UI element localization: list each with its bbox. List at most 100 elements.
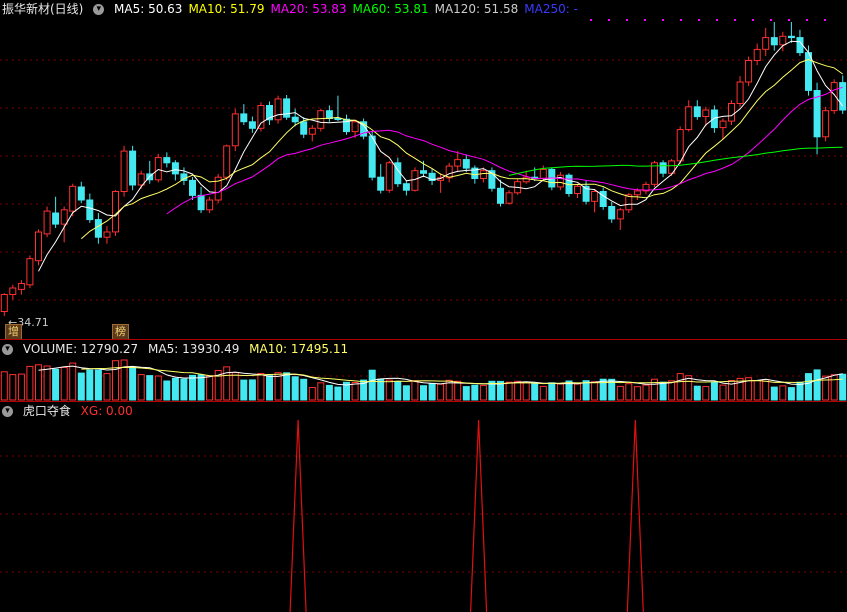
volume-bar [633, 386, 641, 401]
volume-bar [368, 369, 376, 401]
volume-bar [377, 378, 385, 401]
volume-bar [129, 367, 137, 401]
candle-body [300, 121, 308, 135]
chevron-down-icon[interactable]: ▾ [93, 4, 105, 15]
volume-bar [325, 384, 333, 401]
candle-body [231, 113, 239, 147]
badge-bang[interactable]: 榜 [112, 324, 129, 340]
candle-body [317, 110, 325, 129]
marker-dot [824, 19, 826, 21]
volume-bar [591, 381, 599, 401]
volume-bar [317, 382, 325, 401]
candle-body [762, 37, 770, 50]
volume-bar [753, 380, 761, 401]
marker-dot [788, 19, 790, 21]
volume-bar [479, 384, 487, 401]
candle-body [189, 179, 196, 196]
candle-body [685, 106, 693, 131]
indicator-name: 虎口夺食 [22, 404, 71, 418]
volume-bar [437, 383, 445, 401]
candle-body [411, 170, 419, 191]
candle-body [693, 106, 701, 118]
marker-dot [662, 19, 664, 21]
volume-bar [787, 387, 795, 401]
candle-body [17, 283, 25, 290]
volume-bar [52, 368, 60, 401]
volume-bar [471, 384, 479, 401]
xg-spike [470, 419, 488, 612]
candle-body [539, 168, 547, 179]
candle-body [805, 52, 812, 91]
volume-bar [531, 382, 539, 401]
indicator-xg: XG: 0.00 [80, 404, 133, 418]
candle-body [308, 127, 316, 135]
candle-body [325, 110, 333, 119]
marker-dot [644, 19, 646, 21]
volume-bar [112, 360, 119, 401]
price-chart[interactable] [0, 0, 847, 339]
candle-body [77, 186, 85, 201]
candle-body [719, 120, 727, 129]
volume-bar [642, 384, 650, 401]
volume-bar [539, 385, 547, 401]
indicator-pane[interactable]: ▾ 虎口夺食 XG: 0.00 [0, 402, 847, 612]
chevron-down-icon[interactable]: ▾ [2, 344, 13, 355]
candle-body [753, 48, 761, 62]
candle-body [0, 294, 8, 312]
volume-bar [385, 379, 393, 401]
candle-body [240, 113, 248, 123]
volume-bar [420, 385, 427, 401]
candle-body [334, 118, 342, 120]
chevron-down-icon[interactable]: ▾ [2, 406, 13, 417]
candle-body [86, 199, 94, 221]
candle-body [26, 258, 34, 286]
indicator-chart[interactable] [0, 402, 847, 612]
candle-body [223, 145, 231, 178]
volume-bar [351, 382, 359, 401]
candle-body [94, 219, 102, 238]
volume-bar [514, 380, 522, 401]
candle-body [137, 173, 145, 186]
volume-bar [308, 387, 316, 401]
volume-label: VOLUME: 12790.27 [22, 342, 139, 356]
badge-zeng[interactable]: 增 [5, 324, 22, 340]
candle-body [736, 81, 744, 104]
volume-bar [17, 373, 25, 401]
candle-body [616, 209, 624, 220]
ma-item: MA120: 51.58 [434, 2, 519, 16]
volume-bar [146, 375, 154, 401]
indicator-header: ▾ 虎口夺食 XG: 0.00 [0, 402, 139, 420]
candle-body [676, 129, 684, 162]
candle-body [497, 187, 504, 204]
candle-body [822, 110, 830, 138]
marker-dot [608, 19, 610, 21]
candle-body [43, 210, 51, 235]
price-pane[interactable]: 振华新材(日线) ▾ MA5: 50.63 MA10: 51.79 MA20: 53… [0, 0, 847, 340]
marker-dot [716, 19, 718, 21]
volume-bar [283, 372, 291, 401]
ma-item: MA60: 53.81 [352, 2, 429, 16]
volume-ma10: MA10: 17495.11 [249, 342, 349, 356]
marker-dot [590, 19, 592, 21]
candle-body [60, 209, 68, 225]
volume-bar [231, 372, 239, 401]
volume-bar [454, 380, 462, 401]
volume-bar [830, 374, 838, 401]
ma60-line [508, 146, 843, 176]
volume-bar [702, 386, 710, 401]
volume-pane[interactable]: ▾ VOLUME: 12790.27 MA5: 13930.49 MA10: 1… [0, 340, 847, 401]
volume-bar [26, 365, 34, 401]
candle-body [69, 185, 77, 212]
volume-bar [710, 381, 718, 401]
candle-body [180, 173, 188, 181]
volume-bar [154, 375, 162, 401]
candle-body [710, 109, 718, 129]
volume-bar [94, 369, 102, 401]
volume-bar [574, 383, 581, 401]
volume-bar [685, 375, 693, 401]
volume-bar [77, 372, 85, 401]
volume-bar [522, 382, 530, 401]
marker-dot [626, 19, 628, 21]
volume-bar [300, 378, 308, 401]
volume-bar [428, 382, 436, 401]
